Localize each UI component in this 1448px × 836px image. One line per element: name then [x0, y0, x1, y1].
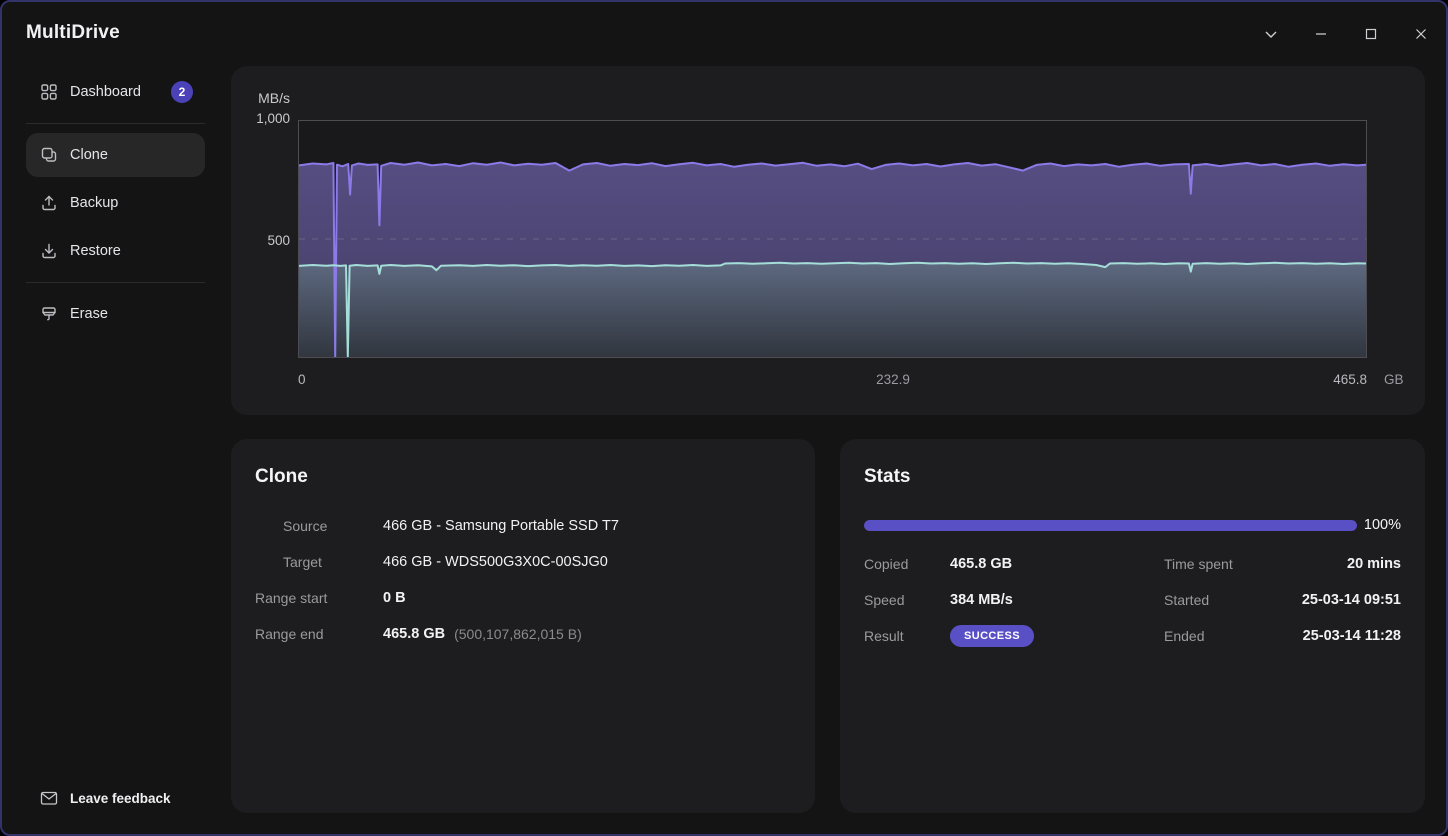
sidebar-item-clone[interactable]: Clone [26, 133, 205, 177]
sidebar-item-erase[interactable]: Erase [26, 292, 205, 336]
range-start-value: 0 B [383, 590, 406, 606]
grid-icon [40, 83, 58, 101]
result-status-badge: SUCCESS [950, 625, 1034, 647]
x-axis-tick-start: 0 [298, 372, 306, 387]
progress-bar [864, 520, 1357, 531]
ended-label: Ended [1164, 628, 1284, 644]
chevron-down-icon [1263, 26, 1279, 42]
ended-value: 25-03-14 11:28 [1303, 628, 1401, 644]
download-icon [40, 242, 58, 260]
time-spent-label: Time spent [1164, 556, 1284, 572]
stats-left-column: Copied 465.8 GB Speed 384 MB/s Result SU… [864, 552, 1164, 660]
speed-label: Speed [864, 592, 950, 608]
sidebar-item-backup[interactable]: Backup [26, 181, 205, 225]
speed-chart-svg [299, 121, 1366, 357]
sidebar-item-label: Dashboard [70, 84, 141, 100]
time-spent-value: 20 mins [1347, 556, 1401, 572]
leave-feedback-button[interactable]: Leave feedback [26, 791, 171, 806]
envelope-icon [40, 791, 58, 806]
close-icon [1413, 26, 1429, 42]
started-row: Started 25-03-14 09:51 [1164, 588, 1401, 612]
ended-row: Ended 25-03-14 11:28 [1164, 624, 1401, 648]
dropdown-button[interactable] [1246, 12, 1296, 56]
range-end-value: 465.8 GB [383, 626, 445, 642]
sidebar-divider [26, 282, 205, 283]
progress-bar-fill [864, 520, 1357, 531]
x-axis-tick-mid: 232.9 [833, 372, 953, 387]
clone-card: Clone Source 466 GB - Samsung Portable S… [231, 439, 815, 813]
eraser-icon [40, 305, 58, 323]
copied-row: Copied 465.8 GB [864, 552, 1164, 576]
clone-rows: Source 466 GB - Samsung Portable SSD T7 … [255, 518, 791, 662]
stats-columns: Copied 465.8 GB Speed 384 MB/s Result SU… [864, 552, 1401, 660]
target-value: 466 GB - WDS500G3X0C-00SJG0 [383, 554, 608, 570]
x-axis-unit-label: GB [1384, 372, 1404, 387]
close-button[interactable] [1396, 12, 1446, 56]
y-axis-tick-1000: 1,000 [231, 111, 290, 126]
started-value: 25-03-14 09:51 [1302, 592, 1401, 608]
dashboard-badge: 2 [171, 81, 193, 103]
stats-right-column: Time spent 20 mins Started 25-03-14 09:5… [1164, 552, 1401, 660]
titlebar [1246, 2, 1446, 66]
sidebar-item-dashboard[interactable]: Dashboard 2 [26, 70, 205, 114]
time-spent-row: Time spent 20 mins [1164, 552, 1401, 576]
target-row: Target 466 GB - WDS500G3X0C-00SJG0 [255, 554, 791, 570]
source-label: Source [283, 518, 383, 534]
app-window: MultiDrive Dashboard 2 Clone Backup [0, 0, 1448, 836]
minimize-button[interactable] [1296, 12, 1346, 56]
stats-card-title: Stats [864, 466, 910, 488]
speed-chart-card: MB/s 1,000 500 0 232.9 465.8 GB [231, 66, 1425, 415]
copied-label: Copied [864, 556, 950, 572]
maximize-button[interactable] [1346, 12, 1396, 56]
sidebar-item-restore[interactable]: Restore [26, 229, 205, 273]
copy-icon [40, 146, 58, 164]
progress-percent-label: 100% [1364, 517, 1401, 533]
target-label: Target [283, 554, 383, 570]
speed-chart-plot [298, 120, 1367, 358]
stats-card: Stats 100% Copied 465.8 GB Speed 384 MB/… [840, 439, 1425, 813]
sidebar-divider [26, 123, 205, 124]
upload-icon [40, 194, 58, 212]
y-axis-unit-label: MB/s [231, 90, 290, 106]
range-end-bytes-note: (500,107,862,015 B) [454, 626, 582, 642]
range-end-row: Range end 465.8 GB (500,107,862,015 B) [255, 626, 791, 642]
source-row: Source 466 GB - Samsung Portable SSD T7 [255, 518, 791, 534]
result-row: Result SUCCESS [864, 624, 1164, 648]
app-title: MultiDrive [26, 22, 207, 44]
sidebar: MultiDrive Dashboard 2 Clone Backup [2, 2, 231, 834]
x-axis-tick-end: 465.8 [1267, 372, 1367, 387]
sidebar-item-label: Clone [70, 147, 108, 163]
clone-card-title: Clone [255, 466, 308, 488]
source-value: 466 GB - Samsung Portable SSD T7 [383, 518, 619, 534]
range-end-label: Range end [255, 626, 383, 642]
maximize-icon [1363, 26, 1379, 42]
sidebar-item-label: Backup [70, 195, 118, 211]
minimize-icon [1313, 26, 1329, 42]
sidebar-item-label: Restore [70, 243, 121, 259]
speed-value: 384 MB/s [950, 592, 1013, 608]
leave-feedback-label: Leave feedback [70, 791, 171, 806]
copied-value: 465.8 GB [950, 556, 1012, 572]
sidebar-item-label: Erase [70, 306, 108, 322]
speed-row: Speed 384 MB/s [864, 588, 1164, 612]
range-start-label: Range start [255, 590, 383, 606]
result-label: Result [864, 628, 950, 644]
range-start-row: Range start 0 B [255, 590, 791, 606]
y-axis-tick-500: 500 [231, 233, 290, 248]
started-label: Started [1164, 592, 1284, 608]
